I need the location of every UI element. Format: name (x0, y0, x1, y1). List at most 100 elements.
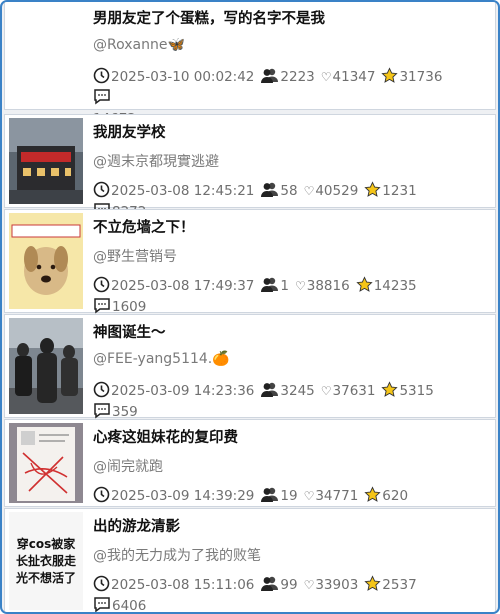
thumbnail-text: 穿cos被家长扯衣服走光不想活了 (15, 536, 76, 585)
post-title[interactable]: 神图诞生～ (93, 321, 166, 342)
follower-count: 19 (260, 486, 298, 507)
timestamp: 2025-03-08 17:49:37 (93, 276, 254, 297)
post-author[interactable]: @FEE-yang5114.🍊 (93, 351, 230, 367)
follower-count: 1 (260, 276, 289, 297)
author-emoji: 🍊 (212, 351, 230, 367)
timestamp: 2025-03-09 14:23:36 (93, 381, 254, 402)
likes-text: 38816 (306, 278, 350, 294)
post-card[interactable]: 穿cos被家长扯衣服走光不想活了 出的游龙清影 @我的无力成为了我的败笔 202… (4, 508, 496, 614)
post-thumbnail[interactable] (9, 423, 83, 503)
clock-icon (93, 67, 110, 84)
followers-text: 99 (280, 577, 298, 593)
post-title[interactable]: 不立危墙之下！ (93, 216, 195, 237)
favorites-text: 2537 (382, 577, 417, 593)
post-card[interactable]: 男朋友定了个蛋糕，写的名字不是我 @Roxanne🦋 2025-03-10 00… (4, 2, 496, 127)
post-thumbnail[interactable] (9, 118, 83, 204)
post-stats: 2025-03-09 14:23:36 3245 ♡37631 5315 359 (93, 381, 453, 423)
favorite-count[interactable]: 620 (364, 486, 408, 507)
dog-meme-image (9, 213, 83, 309)
post-title[interactable]: 心疼这姐妹花的复印费 (93, 426, 238, 447)
users-icon (261, 277, 279, 292)
comment-icon (94, 403, 110, 419)
like-count[interactable]: ♡40529 (304, 181, 359, 202)
favorites-text: 5315 (399, 383, 434, 399)
post-card[interactable]: 我朋友学校 @週末京都現實逃避 2025-03-08 12:45:21 58 ♡40… (4, 114, 496, 220)
clock-icon (93, 486, 110, 503)
post-title[interactable]: 男朋友定了个蛋糕，写的名字不是我 (93, 7, 325, 28)
author-name: @FEE-yang5114. (93, 351, 213, 367)
favorite-count[interactable]: 2537 (364, 575, 417, 596)
likes-text: 37631 (332, 383, 376, 399)
post-thumbnail[interactable] (9, 213, 83, 309)
favorites-text: 620 (382, 488, 409, 504)
like-count[interactable]: ♡33903 (304, 575, 359, 596)
time-text: 2025-03-09 14:23:36 (111, 383, 255, 399)
likes-text: 33903 (315, 577, 359, 593)
timestamp: 2025-03-08 12:45:21 (93, 181, 254, 202)
clock-icon (93, 181, 110, 198)
users-icon (261, 576, 279, 591)
follower-count: 3245 (260, 381, 315, 402)
time-text: 2025-03-08 17:49:37 (111, 278, 255, 294)
clock-icon (93, 276, 110, 293)
clock-icon (93, 575, 110, 592)
post-thumbnail[interactable] (9, 318, 83, 414)
users-icon (261, 487, 279, 502)
followers-text: 58 (280, 183, 298, 199)
favorites-text: 14235 (373, 278, 417, 294)
post-card[interactable]: 心疼这姐妹花的复印费 @闹完就跑 2025-03-09 14:39:29 19 ♡3… (4, 419, 496, 525)
crowd-photo-image (9, 318, 83, 414)
heart-icon: ♡ (303, 578, 315, 592)
heart-icon: ♡ (303, 184, 315, 198)
favorite-count[interactable]: 1231 (364, 181, 417, 202)
comment-count[interactable]: 6406 (93, 596, 147, 614)
follower-count: 99 (260, 575, 298, 596)
heart-icon: ♡ (320, 384, 332, 398)
follower-count: 58 (260, 181, 298, 202)
post-list: 男朋友定了个蛋糕，写的名字不是我 @Roxanne🦋 2025-03-10 00… (0, 0, 500, 614)
followers-text: 2223 (280, 69, 315, 85)
like-count[interactable]: ♡37631 (321, 381, 376, 402)
favorite-count[interactable]: 5315 (381, 381, 434, 402)
post-author[interactable]: @我的无力成为了我的败笔 (93, 545, 261, 565)
star-icon (356, 276, 373, 292)
post-author[interactable]: @Roxanne🦋 (93, 37, 185, 53)
likes-text: 40529 (315, 183, 359, 199)
comment-count[interactable] (93, 88, 112, 109)
like-count[interactable]: ♡34771 (304, 486, 359, 507)
comments-text: 1609 (112, 299, 147, 315)
comment-icon (94, 298, 110, 314)
receipt-paper-image (9, 423, 83, 503)
follower-count: 2223 (260, 67, 315, 88)
author-emoji: 🦋 (167, 37, 185, 53)
favorite-count[interactable]: 14235 (356, 276, 417, 297)
comment-icon (94, 89, 110, 105)
post-card[interactable]: 不立危墙之下！ @野生营销号 2025-03-08 17:49:37 1 ♡3881… (4, 209, 496, 315)
post-card[interactable]: 神图诞生～ @FEE-yang5114.🍊 2025-03-09 14:23:3… (4, 314, 496, 420)
heart-icon: ♡ (303, 489, 315, 503)
followers-text: 1 (280, 278, 289, 294)
post-title[interactable]: 出的游龙清影 (93, 515, 180, 536)
author-name: @Roxanne (93, 37, 168, 53)
star-icon (364, 575, 381, 591)
time-text: 2025-03-09 14:39:29 (111, 488, 255, 504)
comments-text: 359 (112, 404, 138, 420)
post-title[interactable]: 我朋友学校 (93, 121, 166, 142)
favorite-count[interactable]: 31736 (381, 67, 442, 88)
comments-text: 6406 (112, 598, 147, 614)
like-count[interactable]: ♡38816 (295, 276, 350, 297)
favorites-text: 31736 (399, 69, 443, 85)
time-text: 2025-03-08 15:11:06 (111, 577, 255, 593)
post-author[interactable]: @週末京都現實逃避 (93, 151, 219, 171)
post-author[interactable]: @野生营销号 (93, 246, 177, 266)
heart-icon: ♡ (294, 279, 306, 293)
star-icon (381, 67, 399, 83)
like-count[interactable]: ♡41347 (321, 67, 376, 88)
star-icon (381, 381, 399, 397)
timestamp: 2025-03-10 00:02:42 (93, 67, 254, 88)
users-icon (261, 182, 279, 197)
likes-text: 34771 (315, 488, 359, 504)
likes-text: 41347 (332, 69, 376, 85)
post-thumbnail[interactable]: 穿cos被家长扯衣服走光不想活了 (9, 512, 83, 610)
post-author[interactable]: @闹完就跑 (93, 456, 163, 476)
